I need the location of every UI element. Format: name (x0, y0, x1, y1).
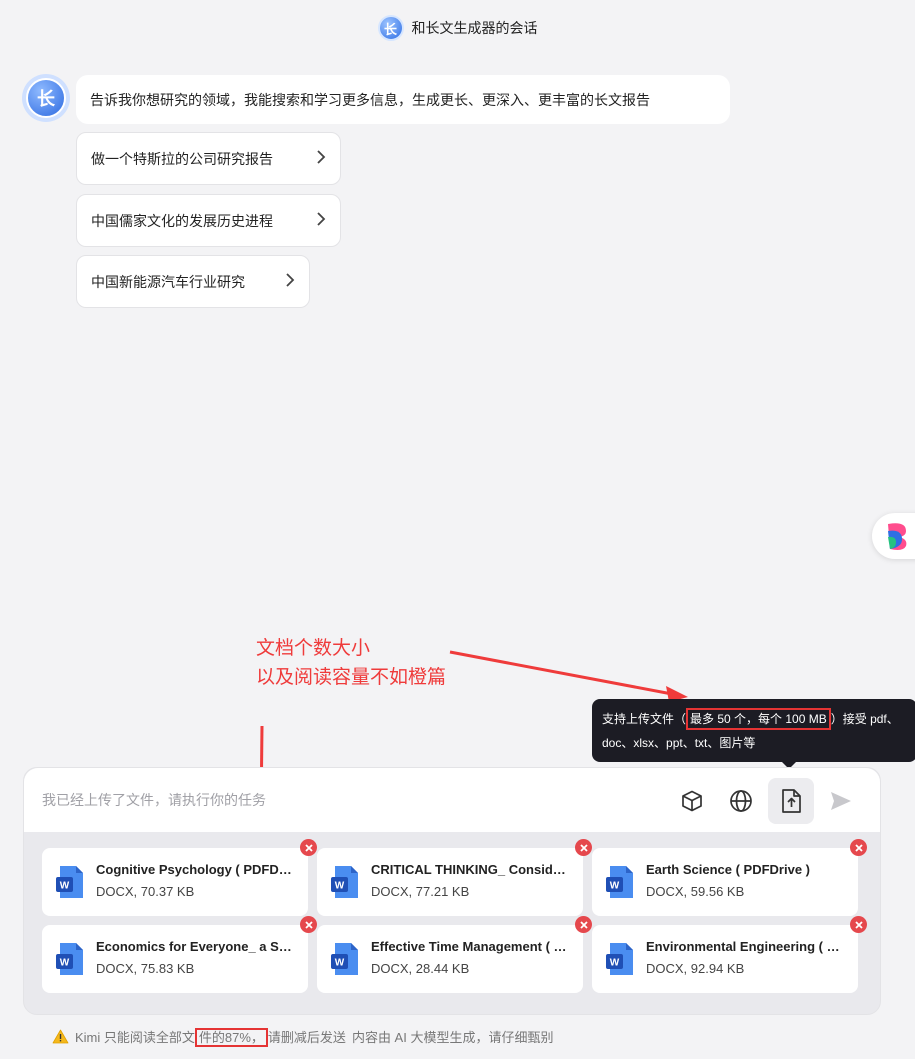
file-card[interactable]: W CRITICAL THINKING_ Consider the Verdic… (317, 839, 592, 916)
svg-text:W: W (610, 958, 620, 969)
assistant-message: 告诉我你想研究的领域，我能搜索和学习更多信息，生成更长、更深入、更丰富的长文报告 (76, 75, 730, 124)
file-size: DOCX, 92.94 KB (646, 961, 745, 976)
word-file-icon: W (331, 865, 359, 899)
send-button[interactable] (818, 778, 864, 824)
file-size: DOCX, 70.37 KB (96, 884, 195, 899)
warning-icon (52, 1029, 69, 1043)
composer: W Cognitive Psychology ( PDFDrive ) DOCX… (23, 767, 881, 1015)
app-logo-icon (888, 523, 907, 550)
remove-file-button[interactable] (300, 839, 317, 856)
file-card[interactable]: W Earth Science ( PDFDrive ) DOCX, 59.56… (592, 839, 867, 916)
assistant-message-text: 告诉我你想研究的领域，我能搜索和学习更多信息，生成更长、更深入、更丰富的长文报告 (90, 91, 650, 108)
word-file-icon: W (606, 865, 634, 899)
footer-warning-suffix: 请删减后发送 (267, 1029, 346, 1045)
floating-app-button[interactable] (872, 513, 915, 559)
annotation-line: 文档个数大小 (256, 638, 371, 659)
footer-warning-text: Kimi 只能阅读全部文 (75, 1029, 195, 1045)
remove-file-button[interactable] (300, 916, 317, 933)
suggestion-label: 中国儒家文化的发展历史进程 (91, 212, 273, 229)
file-size: DOCX, 59.56 KB (646, 884, 745, 899)
model-mode-button[interactable] (669, 778, 715, 824)
svg-text:W: W (335, 958, 345, 969)
close-icon (854, 843, 863, 852)
avatar: 长 (22, 74, 70, 122)
word-file-icon: W (56, 865, 84, 899)
tooltip-prefix: 支持上传文件（ (602, 712, 687, 726)
suggestion-chip[interactable]: 中国新能源汽车行业研究 (76, 255, 310, 308)
web-search-button[interactable] (718, 778, 764, 824)
footer-warning: Kimi 只能阅读全部文 件的87%， 请删减后发送 内容由 AI 大模型生成，请仔… (52, 1026, 554, 1047)
chevron-right-icon (285, 271, 295, 292)
file-name: Earth Science ( PDFDrive ) (646, 862, 810, 877)
cube-icon (682, 790, 702, 812)
file-size: DOCX, 75.83 KB (96, 961, 195, 976)
file-card[interactable]: W Cognitive Psychology ( PDFDrive ) DOCX… (42, 839, 317, 916)
ai-disclaimer: 内容由 AI 大模型生成，请仔细甄别 (351, 1029, 554, 1045)
file-name: Cognitive Psychology ( PDFDrive ) (96, 862, 294, 877)
tooltip-formats: doc、xlsx、ppt、txt、图片等 (602, 736, 756, 750)
chevron-right-icon (316, 148, 326, 169)
upload-file-icon (782, 789, 801, 813)
file-name: Environmental Engineering ( PDFDrive ) (646, 939, 844, 954)
svg-text:W: W (610, 881, 620, 892)
remove-file-button[interactable] (575, 916, 592, 933)
tooltip-limit-highlight: 最多 50 个，每个 100 MB (686, 708, 831, 730)
close-icon (579, 843, 588, 852)
footer-capacity-highlight: 件的87%， (194, 1027, 268, 1047)
suggestion-label: 做一个特斯拉的公司研究报告 (91, 150, 273, 167)
file-size: DOCX, 28.44 KB (371, 961, 470, 976)
send-icon (831, 792, 851, 810)
upload-tooltip: 支持上传文件（ 最多 50 个，每个 100 MB ）接受 pdf、 doc、xls… (592, 699, 915, 769)
remove-file-button[interactable] (850, 839, 867, 856)
globe-icon (730, 790, 752, 812)
page-title: 和长文生成器的会话 (411, 20, 538, 36)
annotation-text: 文档个数大小 以及阅读容量不如橙篇 (256, 634, 446, 692)
close-icon (304, 843, 313, 852)
annotation-line: 以及阅读容量不如橙篇 (256, 667, 447, 688)
word-file-icon: W (606, 942, 634, 976)
word-file-icon: W (56, 942, 84, 976)
chevron-right-icon (316, 210, 326, 231)
composer-input-row (24, 768, 880, 832)
svg-text:W: W (335, 881, 345, 892)
remove-file-button[interactable] (850, 916, 867, 933)
suggestion-chip[interactable]: 做一个特斯拉的公司研究报告 (76, 132, 341, 185)
tooltip-suffix: ）接受 pdf、 (830, 712, 899, 726)
message-input[interactable] (42, 792, 602, 808)
remove-file-button[interactable] (575, 839, 592, 856)
file-name: Economics for Everyone_ a Short Guide (96, 939, 294, 954)
suggestion-chip[interactable]: 中国儒家文化的发展历史进程 (76, 194, 341, 247)
suggestion-label: 中国新能源汽车行业研究 (91, 273, 245, 290)
file-card[interactable]: W Economics for Everyone_ a Short Guide … (42, 916, 317, 993)
file-name: Effective Time Management ( PDFDrive ) (371, 939, 569, 954)
file-size: DOCX, 77.21 KB (371, 884, 470, 899)
file-card[interactable]: W Effective Time Management ( PDFDrive )… (317, 916, 592, 993)
avatar-char: 长 (26, 78, 66, 118)
file-name: CRITICAL THINKING_ Consider the Verdict (371, 862, 569, 877)
close-icon (579, 920, 588, 929)
svg-text:W: W (60, 958, 70, 969)
close-icon (854, 920, 863, 929)
upload-file-button[interactable] (768, 778, 814, 824)
assistant-logo: 长 (377, 15, 404, 41)
chat-header: 长 和长文生成器的会话 (0, 14, 915, 42)
svg-text:W: W (60, 881, 70, 892)
word-file-icon: W (331, 942, 359, 976)
file-card[interactable]: W Environmental Engineering ( PDFDrive )… (592, 916, 867, 993)
close-icon (304, 920, 313, 929)
